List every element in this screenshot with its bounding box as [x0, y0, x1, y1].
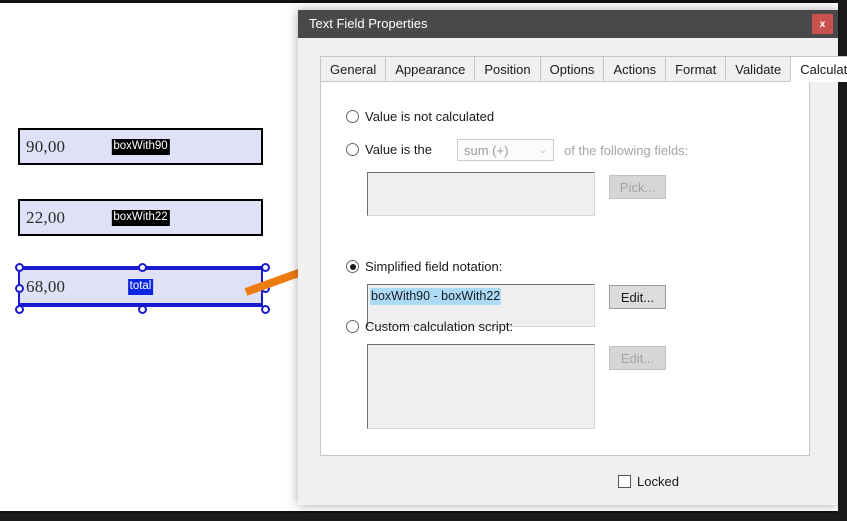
tab-calculate[interactable]: Calculate — [790, 56, 847, 82]
tab-appearance[interactable]: Appearance — [385, 56, 475, 82]
edit-simplified-button[interactable]: Edit... — [609, 285, 666, 309]
tab-format[interactable]: Format — [665, 56, 726, 82]
page-top-border — [0, 0, 847, 3]
locked-label: Locked — [637, 474, 679, 489]
radio-value-is-the[interactable]: Value is the — [346, 142, 432, 157]
tab-options[interactable]: Options — [539, 56, 604, 82]
custom-script-input[interactable] — [367, 344, 595, 429]
dialog-tabstrip: General Appearance Position Options Acti… — [320, 56, 847, 82]
radio-icon — [346, 110, 359, 123]
page-dark-bottom-edge — [0, 513, 847, 521]
resize-handle-bottom-center[interactable] — [138, 305, 147, 314]
radio-label: Custom calculation script: — [365, 319, 514, 334]
simplified-notation-value: boxWith90 - boxWith22 — [370, 288, 502, 305]
form-field-name-tag: total — [127, 278, 154, 295]
locked-checkbox-row[interactable]: Locked — [618, 474, 679, 489]
of-following-fields-label: of the following fields: — [564, 143, 689, 158]
radio-label: Simplified field notation: — [365, 259, 503, 274]
pick-button[interactable]: Pick... — [609, 175, 666, 199]
form-field-name-tag: boxWith22 — [111, 209, 170, 226]
form-field-boxwith90[interactable]: 90,00 boxWith90 — [18, 128, 263, 165]
form-field-total[interactable]: 68,00 total — [18, 268, 263, 305]
dialog-titlebar: Text Field Properties x — [298, 10, 838, 38]
form-field-value: 90,00 — [26, 136, 66, 156]
radio-simplified-field-notation[interactable]: Simplified field notation: — [346, 259, 502, 274]
resize-handle-bottom-left[interactable] — [15, 305, 24, 314]
tab-validate[interactable]: Validate — [725, 56, 791, 82]
radio-custom-calculation-script[interactable]: Custom calculation script: — [346, 319, 513, 334]
radio-icon — [346, 320, 359, 333]
radio-label: Value is the — [365, 142, 432, 157]
tab-position[interactable]: Position — [474, 56, 540, 82]
radio-value-not-calculated[interactable]: Value is not calculated — [346, 109, 494, 124]
chevron-down-icon: ⌄ — [539, 144, 547, 155]
tab-general[interactable]: General — [320, 56, 386, 82]
resize-handle-bottom-right[interactable] — [261, 305, 270, 314]
close-icon[interactable]: x — [812, 14, 833, 34]
text-field-properties-dialog: Text Field Properties x General Appearan… — [298, 10, 847, 505]
locked-checkbox[interactable] — [618, 475, 631, 488]
radio-icon — [346, 260, 359, 273]
dialog-title: Text Field Properties — [309, 16, 428, 31]
form-field-boxwith22[interactable]: 22,00 boxWith22 — [18, 199, 263, 236]
tab-actions[interactable]: Actions — [603, 56, 666, 82]
operation-dropdown-value: sum (+) — [464, 142, 509, 158]
radio-icon — [346, 143, 359, 156]
form-field-name-tag: boxWith90 — [111, 138, 170, 155]
calculate-tab-panel: Value is not calculated Value is the sum… — [320, 81, 810, 456]
operation-dropdown[interactable]: sum (+) ⌄ — [457, 139, 554, 161]
selected-fields-list[interactable] — [367, 172, 595, 216]
form-field-value: 68,00 — [26, 276, 66, 296]
form-field-value: 22,00 — [26, 207, 66, 227]
radio-label: Value is not calculated — [365, 109, 495, 124]
edit-script-button[interactable]: Edit... — [609, 346, 666, 370]
